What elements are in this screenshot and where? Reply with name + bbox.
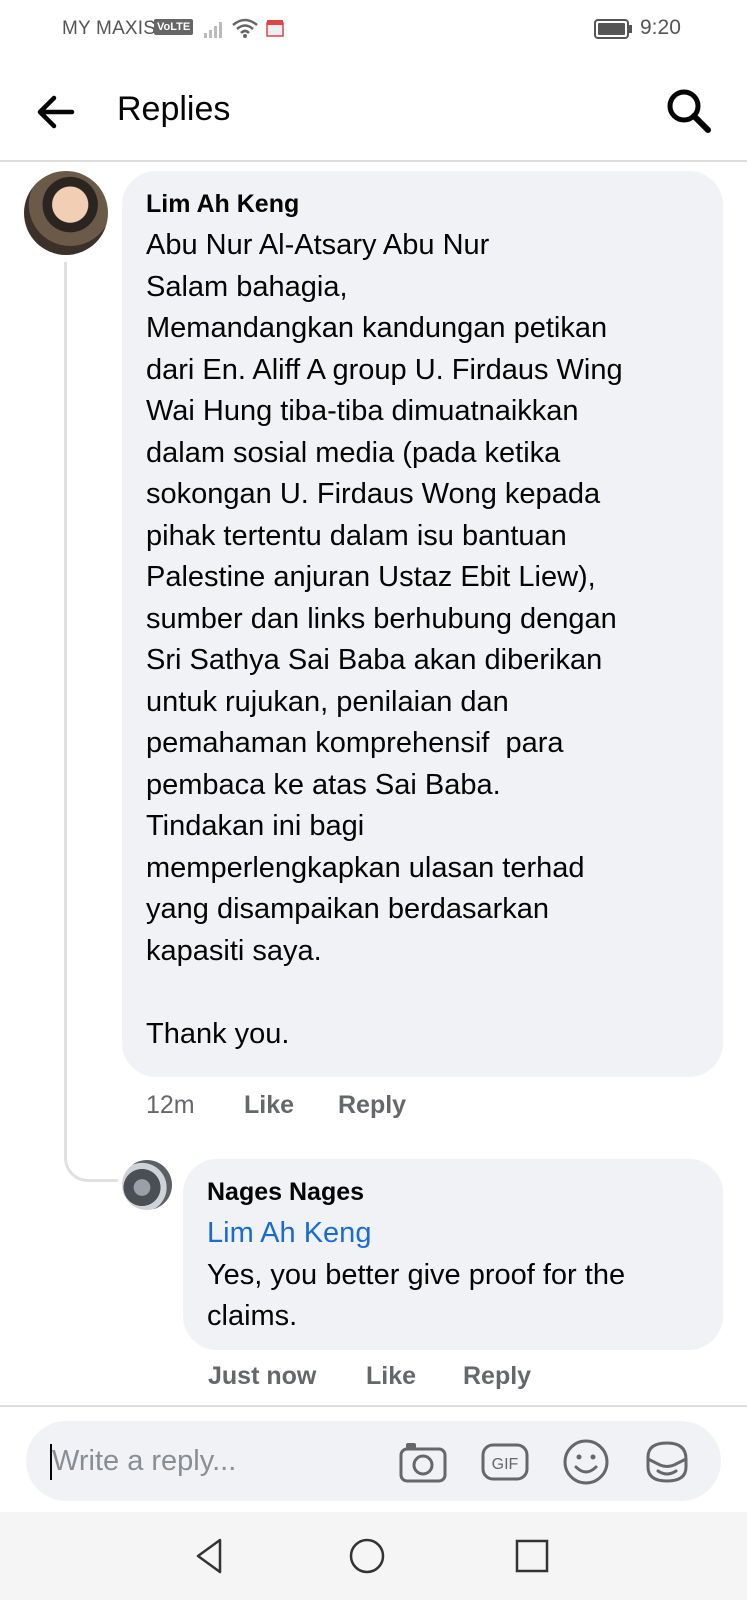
reply-button[interactable]: Reply bbox=[463, 1362, 531, 1391]
comment-time: 12m bbox=[146, 1091, 195, 1119]
avatar[interactable] bbox=[122, 1160, 172, 1210]
signal-icon bbox=[204, 22, 222, 38]
back-button[interactable] bbox=[34, 92, 80, 132]
comment-bubble[interactable]: Lim Ah Keng Abu Nur Al-Atsary Abu Nur Sa… bbox=[122, 171, 723, 1077]
wifi-icon bbox=[232, 18, 258, 38]
notification-icon bbox=[266, 20, 284, 37]
svg-text:GIF: GIF bbox=[492, 1456, 519, 1473]
emoji-icon bbox=[563, 1439, 609, 1485]
gif-button[interactable]: GIF bbox=[480, 1437, 530, 1487]
back-triangle-icon bbox=[196, 1538, 222, 1574]
home-circle-icon bbox=[349, 1538, 385, 1574]
comment-text: Abu Nur Al-Atsary Abu Nur Salam bahagia,… bbox=[146, 229, 623, 1050]
reply-input[interactable] bbox=[52, 1441, 372, 1481]
gif-icon: GIF bbox=[481, 1443, 529, 1481]
reply-bubble[interactable]: Nages Nages Lim Ah Keng Yes, you better … bbox=[183, 1159, 723, 1350]
composer-area: GIF bbox=[0, 1405, 747, 1512]
system-navbar bbox=[0, 1512, 747, 1600]
page-title: Replies bbox=[117, 90, 231, 128]
status-bar: MY MAXIS VoLTE 9:20 bbox=[0, 0, 747, 56]
sticker-button[interactable] bbox=[642, 1437, 692, 1487]
battery-icon bbox=[594, 19, 632, 39]
reply-button[interactable]: Reply bbox=[338, 1091, 406, 1120]
thread-connector bbox=[64, 262, 118, 1182]
reply-time: Just now bbox=[208, 1362, 317, 1390]
system-back-button[interactable] bbox=[190, 1536, 230, 1576]
volte-badge: VoLTE bbox=[154, 19, 194, 35]
system-home-button[interactable] bbox=[347, 1536, 387, 1576]
reply-author[interactable]: Nages Nages bbox=[207, 1177, 699, 1207]
recents-square-icon bbox=[515, 1539, 549, 1573]
clock: 9:20 bbox=[640, 16, 681, 39]
like-button[interactable]: Like bbox=[244, 1091, 294, 1120]
system-recents-button[interactable] bbox=[512, 1536, 552, 1576]
reply-composer[interactable]: GIF bbox=[26, 1421, 721, 1501]
search-icon bbox=[667, 89, 711, 133]
arrow-left-icon bbox=[37, 95, 75, 129]
emoji-button[interactable] bbox=[561, 1437, 611, 1487]
camera-icon bbox=[399, 1443, 447, 1483]
like-button[interactable]: Like bbox=[366, 1362, 416, 1391]
avatar[interactable] bbox=[24, 171, 108, 255]
mention-link[interactable]: Lim Ah Keng bbox=[207, 1213, 699, 1255]
camera-button[interactable] bbox=[398, 1437, 448, 1487]
search-button[interactable] bbox=[664, 86, 714, 136]
carrier-name: MY MAXIS bbox=[62, 18, 157, 39]
sticker-icon bbox=[646, 1441, 688, 1483]
comment-author[interactable]: Lim Ah Keng bbox=[146, 189, 699, 219]
header: Replies bbox=[0, 62, 747, 162]
reply-text: Yes, you better give proof for the claim… bbox=[207, 1258, 626, 1333]
